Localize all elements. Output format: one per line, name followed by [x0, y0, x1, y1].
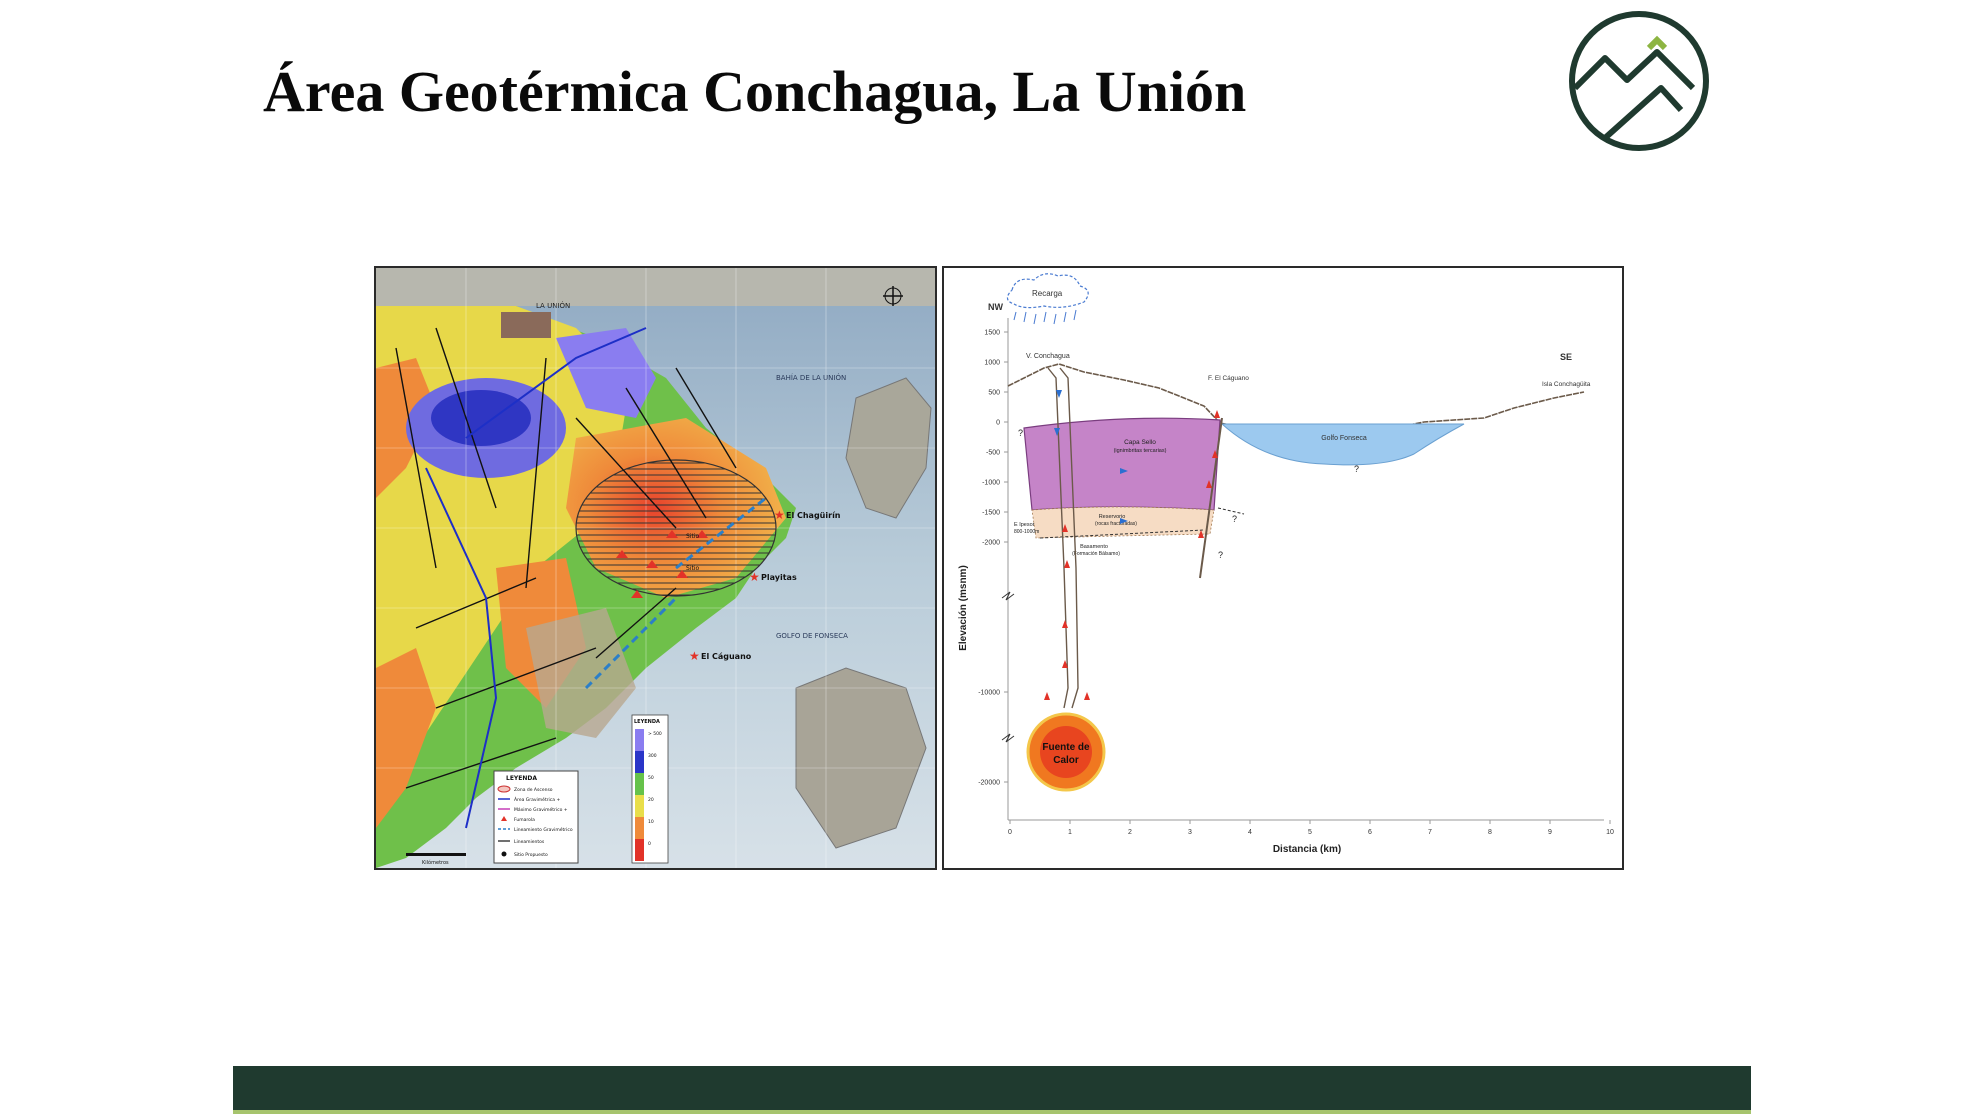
x-tick-label: 5 [1308, 829, 1312, 836]
gulf-label: GOLFO DE FONSECA [776, 632, 848, 640]
geothermal-cross-section: Recarga NW SE V. Conchagua F. El Cáguano… [942, 266, 1624, 870]
mountain-circle-logo [1569, 11, 1709, 151]
recharge-label: Recarga [1032, 289, 1063, 298]
color-legend-swatch [635, 751, 644, 773]
y-tick-label: 500 [988, 390, 1000, 397]
map-legend: LEYENDA Zona de Ascenso Área Gravimétric… [493, 770, 579, 864]
svg-text:★: ★ [774, 508, 785, 522]
y-tick-label: -1000 [982, 480, 1000, 487]
y-tick-label: 1000 [984, 360, 1000, 367]
x-tick-label: 8 [1488, 829, 1492, 836]
legend-item: Máximo Gravimétrico + [514, 806, 568, 813]
color-legend-value: 300 [648, 753, 657, 759]
color-legend-value: 0 [648, 841, 651, 847]
x-tick-label: 7 [1428, 829, 1432, 836]
cap-sub-label: (ignimbritas tercarias) [1114, 448, 1167, 454]
legend-title: LEYENDA [506, 775, 537, 782]
volcano-label: V. Conchagua [1026, 353, 1070, 360]
thickness-label: E Ipesor [1014, 522, 1035, 528]
unknown-mark: ? [1218, 550, 1223, 560]
proposed-site-label: Sitio [686, 533, 699, 540]
x-tick-label: 2 [1128, 829, 1132, 836]
fault-label: F. El Cáguano [1208, 375, 1249, 382]
se-label: SE [1560, 352, 1572, 362]
reservoir-sub-label: (rocas fracturadas) [1095, 521, 1137, 527]
island-label: Isla Conchagüita [1542, 381, 1591, 388]
cap-label: Capa Sello [1124, 439, 1156, 446]
x-tick-label: 0 [1008, 829, 1012, 836]
y-tick-label: -500 [986, 450, 1000, 457]
y-tick-label: 1500 [984, 330, 1000, 337]
x-tick-label: 9 [1548, 829, 1552, 836]
color-legend-value: 20 [648, 797, 654, 803]
y-axis-label: Elevación (msnm) [958, 565, 969, 651]
site-label: El Chagüirín [786, 511, 841, 520]
unknown-mark: ? [1354, 464, 1359, 474]
gravimetric-map: LA UNIÓN BAHÍA DE LA UNIÓN GOLFO DE FONS… [374, 266, 937, 870]
scale-label: Kilómetros [422, 859, 449, 866]
town-label: LA UNIÓN [536, 301, 570, 310]
y-tick-label: -1500 [982, 510, 1000, 517]
site-label: El Cáguano [701, 652, 752, 661]
legend-item: Zona de Ascenso [514, 787, 553, 793]
y-tick-label: 0 [996, 420, 1000, 427]
color-legend-swatch [635, 729, 644, 751]
color-legend-swatch [635, 795, 644, 817]
thickness-sub-label: 800-1000m [1014, 529, 1039, 535]
legend-item: Lineamiento Gravimétrico [514, 826, 573, 833]
proposed-site-label: Sitio [686, 565, 699, 572]
y-tick-label: -2000 [982, 540, 1000, 547]
svg-text:★: ★ [749, 570, 760, 584]
y-tick-label: -20000 [978, 780, 1000, 787]
bay-label: BAHÍA DE LA UNIÓN [776, 373, 846, 382]
basement-sub-label: (Formación Bálsamo) [1072, 551, 1120, 557]
color-legend-swatch [635, 817, 644, 839]
gravity-color-legend: LEYENDA > 500 300 50 20 10 0 [631, 714, 669, 864]
footer-bar [233, 1066, 1751, 1110]
color-legend-title: LEYENDA [634, 719, 660, 725]
x-tick-label: 3 [1188, 829, 1192, 836]
nw-label: NW [988, 302, 1003, 312]
basement-label: Basamento [1080, 544, 1108, 550]
unknown-mark: ? [1018, 428, 1023, 438]
legend-item: Sitio Propuesto [514, 852, 548, 858]
x-tick-label: 10 [1606, 829, 1614, 836]
legend-item: Lineamientos [514, 839, 545, 845]
slide-title: Área Geotérmica Conchagua, La Unión [263, 59, 1247, 124]
color-legend-swatch [635, 839, 644, 861]
legend-item: Fumarola [514, 817, 535, 823]
rain-cloud-icon [1006, 273, 1089, 325]
color-legend-swatch [635, 773, 644, 795]
color-legend-value: 10 [648, 819, 654, 825]
footer-accent-line [233, 1110, 1751, 1114]
color-legend-value: > 500 [648, 731, 662, 737]
site-label: Playitas [761, 573, 797, 582]
unknown-mark: ? [1232, 514, 1237, 524]
x-axis-label: Distancia (km) [1273, 844, 1341, 855]
color-legend-value: 50 [648, 775, 654, 781]
y-tick-label: -10000 [978, 690, 1000, 697]
x-tick-label: 6 [1368, 829, 1372, 836]
legend-item: Área Gravimétrica + [514, 796, 560, 803]
x-tick-label: 4 [1248, 829, 1252, 836]
x-tick-label: 1 [1068, 829, 1072, 836]
svg-text:★: ★ [689, 649, 700, 663]
gulf-label: Golfo Fonseca [1321, 435, 1367, 442]
